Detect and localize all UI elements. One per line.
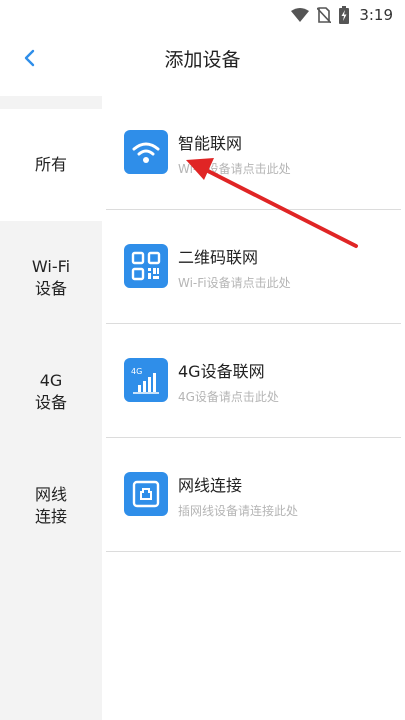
option-icon-container — [124, 130, 168, 174]
option-icon-container — [124, 244, 168, 288]
option-subtitle: Wi-Fi设备请点击此处 — [178, 162, 291, 176]
sidebar-item-all[interactable]: 所有 — [0, 109, 102, 221]
option-title: 二维码联网 — [178, 248, 259, 267]
battery-charging-icon — [339, 6, 350, 24]
4g-icon-text: 4G — [131, 367, 142, 376]
wifi-icon — [132, 142, 160, 163]
option-4g-network[interactable]: 4G 4G设备联网 4G设备请点击此处 — [106, 324, 401, 438]
option-icon-container: 4G — [124, 358, 168, 402]
option-title: 网线连接 — [178, 476, 243, 495]
page-title: 添加设备 — [164, 49, 241, 71]
sidebar-item-wifi[interactable]: Wi-Fi 设备 — [0, 221, 102, 335]
option-subtitle: 插网线设备请连接此处 — [178, 504, 299, 518]
sidebar-item-label: 所有 — [34, 155, 67, 174]
header: 添加设备 — [0, 32, 405, 84]
status-time: 3:19 — [359, 6, 393, 24]
option-icon-container — [124, 472, 168, 516]
option-subtitle: 4G设备请点击此处 — [178, 390, 279, 404]
category-sidebar: 所有 Wi-Fi 设备 4G 设备 网线 连接 — [0, 96, 102, 720]
status-bar: 3:19 — [0, 0, 405, 32]
4g-signal-icon: 4G — [131, 367, 159, 394]
option-ethernet-connection[interactable]: 网线连接 插网线设备请连接此处 — [106, 438, 401, 552]
device-options-list: 智能联网 Wi-Fi设备请点击此处 二维码联网 Wi-Fi设备请点击此处 4G — [102, 96, 405, 720]
option-title: 智能联网 — [178, 134, 243, 153]
sidebar-item-4g[interactable]: 4G 设备 — [0, 335, 102, 449]
ethernet-port-icon — [132, 480, 160, 508]
sidebar-item-label: 4G 设备 — [34, 371, 67, 412]
qr-code-icon — [131, 251, 161, 281]
status-icons: 3:19 — [291, 6, 393, 24]
wifi-icon — [291, 8, 310, 22]
sidebar-item-label: Wi-Fi 设备 — [31, 257, 71, 298]
option-qr-code-network[interactable]: 二维码联网 Wi-Fi设备请点击此处 — [106, 210, 401, 324]
option-subtitle: Wi-Fi设备请点击此处 — [178, 276, 291, 290]
sidebar-item-label: 网线 连接 — [34, 485, 67, 526]
sidebar-item-ethernet[interactable]: 网线 连接 — [0, 449, 102, 563]
no-sim-icon — [317, 7, 332, 23]
option-smart-network[interactable]: 智能联网 Wi-Fi设备请点击此处 — [106, 96, 401, 210]
option-title: 4G设备联网 — [178, 362, 265, 381]
